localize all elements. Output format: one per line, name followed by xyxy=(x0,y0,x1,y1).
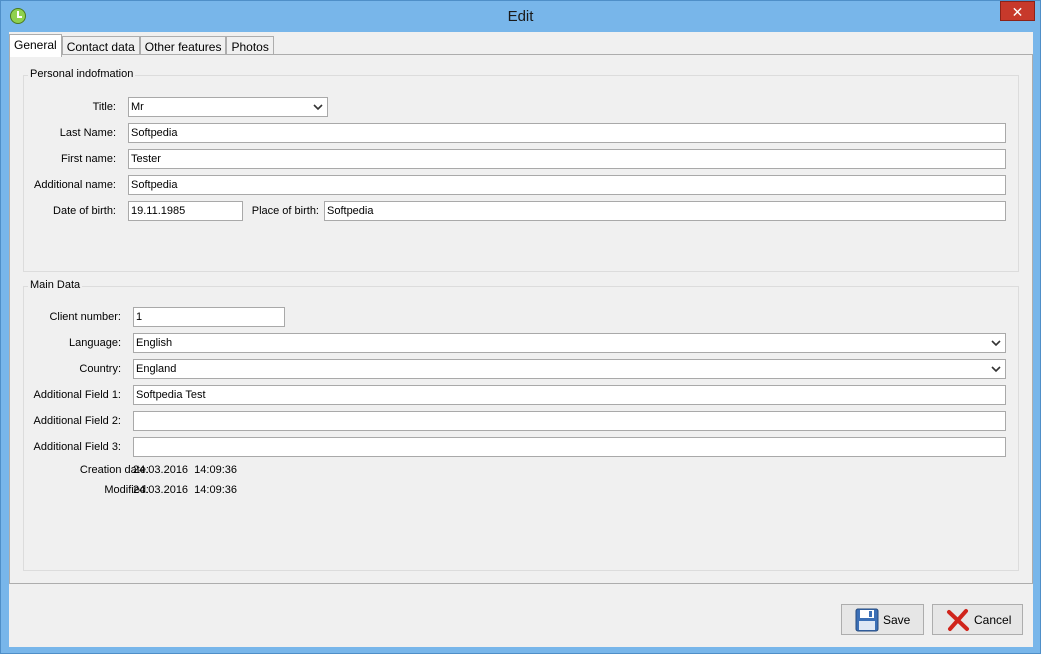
floppy-disk-icon xyxy=(855,608,879,631)
cancel-button[interactable]: Cancel xyxy=(932,604,1023,635)
additional-field-2-input[interactable] xyxy=(133,411,1006,431)
additional-name-input[interactable]: Softpedia xyxy=(128,175,1006,195)
tab-general[interactable]: General xyxy=(9,34,62,57)
last-name-input[interactable]: Softpedia xyxy=(128,123,1006,143)
first-name-label: First name: xyxy=(60,153,116,165)
tab-other-features[interactable]: Other features xyxy=(139,36,227,56)
additional-name-label: Additional name: xyxy=(34,179,116,191)
first-name-input[interactable]: Tester xyxy=(128,149,1006,169)
tab-photos[interactable]: Photos xyxy=(226,36,274,56)
save-button[interactable]: Save xyxy=(841,604,924,635)
main-data-group-title: Main Data xyxy=(28,279,83,291)
save-button-label: Save xyxy=(883,612,911,627)
title-select[interactable]: Mr xyxy=(128,97,328,117)
chevron-down-icon xyxy=(991,340,1001,347)
date-of-birth-input[interactable]: 19.11.1985 xyxy=(128,201,243,221)
title-label: Title: xyxy=(92,101,116,113)
main-data-group: Main Data Client number: 1 Language: Eng… xyxy=(23,279,1019,571)
date-of-birth-label: Date of birth: xyxy=(53,205,116,217)
client-number-label: Client number: xyxy=(49,311,121,323)
modified-value: 24.03.2016 14:09:36 xyxy=(133,484,237,496)
language-select[interactable]: English xyxy=(133,333,1006,353)
red-x-icon xyxy=(947,608,969,631)
personal-info-group: Personal indofmation Title: Mr Last Name… xyxy=(23,68,1019,272)
creation-date-value: 24.03.2016 14:09:36 xyxy=(133,464,237,476)
country-label: Country: xyxy=(79,363,121,375)
tab-strip: General Contact data Other features Phot… xyxy=(9,34,274,57)
edit-window: Edit ✕ General Contact data Other featur… xyxy=(0,0,1041,654)
country-select-value: England xyxy=(136,363,177,375)
last-name-label: Last Name: xyxy=(59,127,116,139)
place-of-birth-label: Place of birth: xyxy=(251,205,319,217)
language-label: Language: xyxy=(69,337,121,349)
cancel-button-label: Cancel xyxy=(974,612,1012,627)
personal-info-group-title: Personal indofmation xyxy=(28,68,136,80)
language-select-value: English xyxy=(136,337,173,349)
additional-field-1-label: Additional Field 1: xyxy=(33,389,121,401)
close-button[interactable]: ✕ xyxy=(1000,1,1035,21)
place-of-birth-input[interactable]: Softpedia xyxy=(324,201,1006,221)
country-select[interactable]: England xyxy=(133,359,1006,379)
title-select-value: Mr xyxy=(131,101,144,113)
title-bar[interactable]: Edit ✕ xyxy=(1,1,1040,32)
additional-field-1-input[interactable]: Softpedia Test xyxy=(133,385,1006,405)
tab-contact-data[interactable]: Contact data xyxy=(61,36,140,56)
additional-field-2-label: Additional Field 2: xyxy=(33,415,121,427)
additional-field-3-input[interactable] xyxy=(133,437,1006,457)
dialog-client: General Contact data Other features Phot… xyxy=(9,32,1033,647)
window-title: Edit xyxy=(507,8,534,25)
chevron-down-icon xyxy=(991,366,1001,373)
additional-field-3-label: Additional Field 3: xyxy=(33,441,121,453)
client-number-input[interactable]: 1 xyxy=(133,307,285,327)
chevron-down-icon xyxy=(313,104,323,111)
general-tab-panel: Personal indofmation Title: Mr Last Name… xyxy=(9,54,1033,584)
